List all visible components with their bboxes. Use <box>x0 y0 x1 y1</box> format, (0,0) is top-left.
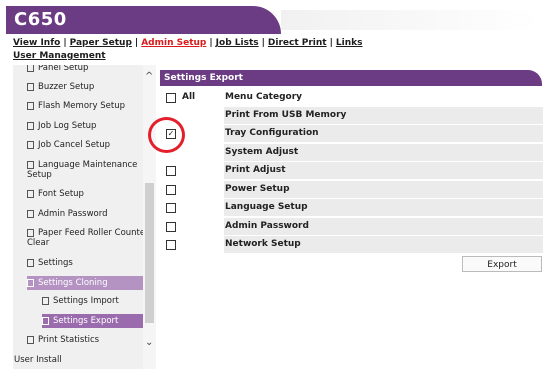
sidebar-item-label: Panel Setup <box>38 65 89 73</box>
sidebar-item-label: Buzzer Setup <box>38 82 95 92</box>
sidebar-item-job-log-setup[interactable]: Job Log Setup <box>27 121 156 131</box>
item-box-icon <box>27 228 34 237</box>
sidebar-item-label: User Install <box>14 355 62 365</box>
nav-separator: | <box>261 38 265 48</box>
sidebar-item-settings-cloning[interactable]: Settings Cloning <box>27 276 156 290</box>
nav-separator: | <box>329 38 333 48</box>
sidebar-item-label: Job Log Setup <box>38 121 97 131</box>
sidebar-item-label: Paper Feed Roller Counter Clear <box>27 228 149 248</box>
table-row: Admin Password <box>160 218 543 235</box>
panel-title: Settings Export <box>160 70 542 86</box>
sidebar: Panel Setup Buzzer Setup Flash Memory Se… <box>13 65 156 369</box>
sidebar-item-label: Flash Memory Setup <box>38 101 125 111</box>
sidebar-item-label: Admin Password <box>38 209 108 219</box>
item-box-icon <box>27 335 34 344</box>
sidebar-item-label: Language Maintenance Setup <box>27 160 138 180</box>
sidebar-item-user-install[interactable]: User Install <box>13 355 133 365</box>
item-box-icon <box>27 121 34 130</box>
sidebar-item-buzzer-setup[interactable]: Buzzer Setup <box>27 82 156 92</box>
network-setup-checkbox[interactable] <box>166 240 176 250</box>
sidebar-item-settings[interactable]: Settings <box>27 258 156 268</box>
item-box-icon <box>27 140 34 149</box>
table-row: Power Setup <box>160 181 543 198</box>
nav-separator: | <box>63 38 67 48</box>
sidebar-item-label: Settings Export <box>53 316 119 326</box>
item-box-icon <box>27 209 34 218</box>
row-label: Language Setup <box>224 199 543 216</box>
item-box-icon <box>42 296 49 305</box>
nav-user-management[interactable]: User Management <box>13 51 106 61</box>
main-nav: View Info | Paper Setup | Admin Setup | Job Li… <box>13 37 543 63</box>
app-header: C650 <box>6 6 281 34</box>
item-box-icon <box>27 258 34 267</box>
sidebar-item-job-cancel-setup[interactable]: Job Cancel Setup <box>27 140 156 150</box>
row-label: Network Setup <box>224 236 543 253</box>
row-label: System Adjust <box>224 144 543 161</box>
column-header-menu-category: Menu Category <box>225 92 303 102</box>
scroll-down-icon[interactable]: ⌄ <box>145 337 153 348</box>
nav-admin-setup[interactable]: Admin Setup <box>141 38 206 48</box>
print-adjust-checkbox[interactable] <box>166 166 176 176</box>
language-setup-checkbox[interactable] <box>166 203 176 213</box>
item-box-icon <box>27 189 34 198</box>
sidebar-scrollbar[interactable]: ^ ⌄ <box>143 65 156 369</box>
nav-view-info[interactable]: View Info <box>13 38 60 48</box>
item-box-icon <box>42 316 49 325</box>
row-label: Tray Configuration <box>224 125 543 142</box>
sidebar-item-label: Settings Import <box>53 296 119 306</box>
item-box-icon <box>27 278 34 287</box>
scrollbar-thumb[interactable] <box>145 183 154 323</box>
all-label: All <box>182 92 196 102</box>
settings-export-panel: Settings Export All Menu Category Print … <box>160 70 543 270</box>
sidebar-item-label: Settings Cloning <box>38 278 108 288</box>
table-row: System Adjust <box>160 144 543 161</box>
item-box-icon <box>27 101 34 110</box>
sidebar-item-font-setup[interactable]: Font Setup <box>27 189 156 199</box>
item-box-icon <box>27 160 34 169</box>
power-setup-checkbox[interactable] <box>166 185 176 195</box>
table-row: Language Setup <box>160 199 543 216</box>
sidebar-item-label: Job Cancel Setup <box>38 140 111 150</box>
admin-password-checkbox[interactable] <box>166 222 176 232</box>
row-label: Print Adjust <box>224 162 543 179</box>
item-box-icon <box>27 82 34 91</box>
table-row: Print From USB Memory <box>160 107 543 124</box>
sidebar-item-settings-export[interactable]: Settings Export <box>42 314 156 328</box>
sidebar-item-admin-password[interactable]: Admin Password <box>27 209 156 219</box>
sidebar-item-paper-feed-roller-counter-clear[interactable]: Paper Feed Roller Counter Clear <box>27 228 156 248</box>
table-row: ✓ Tray Configuration <box>160 125 543 142</box>
nav-separator: | <box>134 38 139 48</box>
sidebar-item-settings-import[interactable]: Settings Import <box>42 296 156 306</box>
sidebar-item-language-maintenance-setup[interactable]: Language Maintenance Setup <box>27 160 156 180</box>
nav-links[interactable]: Links <box>336 38 363 48</box>
header-decoration <box>281 10 541 30</box>
table-row: Network Setup <box>160 236 543 253</box>
sidebar-item-label: Settings <box>38 258 73 268</box>
scroll-up-icon[interactable]: ^ <box>145 71 153 82</box>
nav-job-lists[interactable]: Job Lists <box>216 38 259 48</box>
table-row: Print Adjust <box>160 162 543 179</box>
sidebar-item-print-statistics[interactable]: Print Statistics <box>27 335 156 345</box>
export-button[interactable]: Export <box>462 256 542 272</box>
nav-paper-setup[interactable]: Paper Setup <box>70 38 132 48</box>
row-label: Admin Password <box>224 218 543 235</box>
highlight-circle <box>148 117 185 153</box>
sidebar-item-panel-setup[interactable]: Panel Setup <box>27 65 156 73</box>
sidebar-item-flash-memory-setup[interactable]: Flash Memory Setup <box>27 101 156 111</box>
sidebar-item-label: Font Setup <box>38 189 84 199</box>
nav-separator: | <box>209 38 213 48</box>
sidebar-item-label: Print Statistics <box>38 335 100 345</box>
all-checkbox[interactable] <box>166 93 176 103</box>
row-label: Power Setup <box>224 181 543 198</box>
row-label: Print From USB Memory <box>224 107 543 124</box>
item-box-icon <box>27 65 34 72</box>
nav-direct-print[interactable]: Direct Print <box>268 38 327 48</box>
app-title: C650 <box>14 9 67 30</box>
header-row: All Menu Category <box>160 89 542 106</box>
